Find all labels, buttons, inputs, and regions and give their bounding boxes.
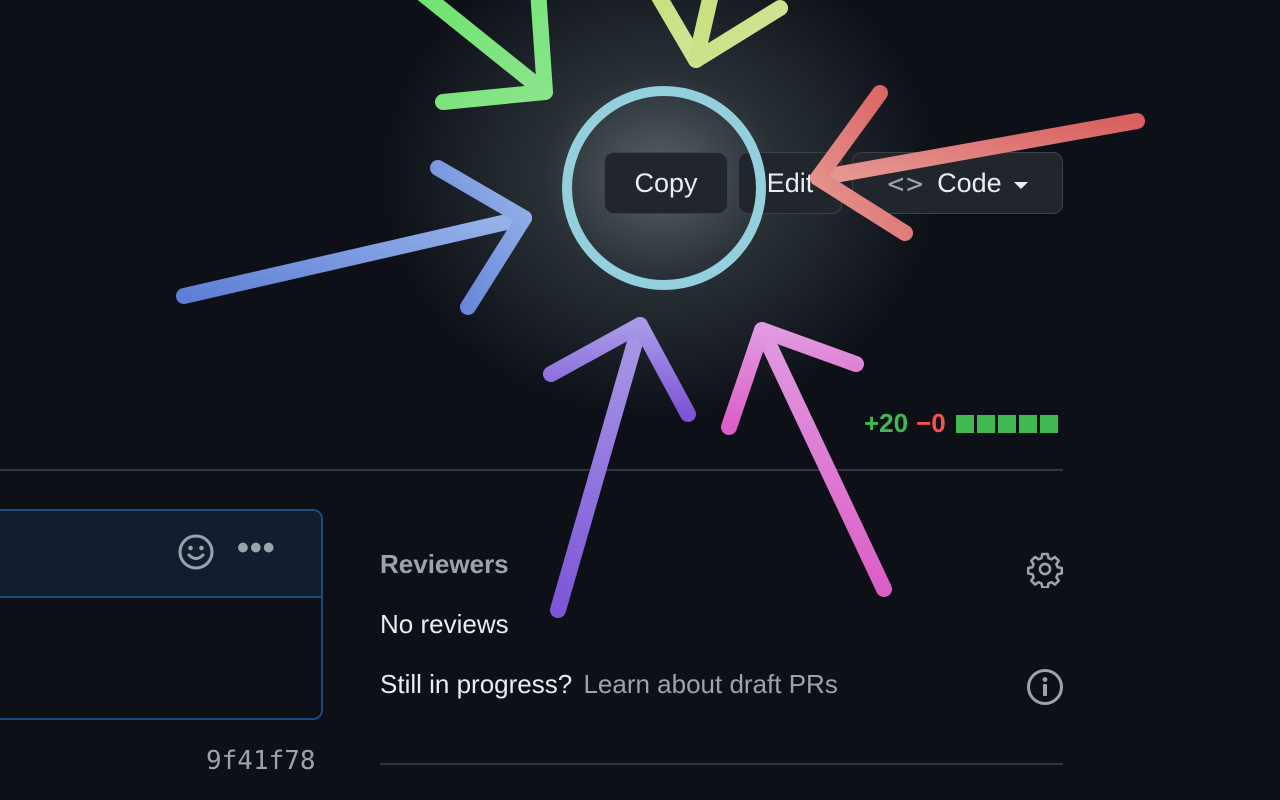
arrow-green bbox=[417, 0, 553, 100]
code-dropdown-button[interactable]: <> Code bbox=[852, 152, 1063, 214]
arrow-blue-head bbox=[430, 160, 532, 315]
diffstat-block bbox=[1018, 414, 1037, 433]
no-reviews-text: No reviews bbox=[380, 609, 509, 639]
sidebar-divider bbox=[380, 763, 1063, 765]
diffstat-deletions: −0 bbox=[916, 408, 946, 438]
comment-header: ••• bbox=[0, 511, 321, 598]
edit-button[interactable]: Edit bbox=[738, 152, 842, 214]
diffstat-block bbox=[955, 414, 974, 433]
code-button-label: Code bbox=[937, 167, 1002, 198]
chevron-down-icon bbox=[1013, 181, 1028, 189]
copy-button-label: Copy bbox=[634, 167, 698, 198]
diffstat-blocks bbox=[955, 414, 1058, 433]
arrow-blue bbox=[176, 210, 532, 304]
screen: Copy Edit <> Code +20 −0 ••• 9f41f78 Rev… bbox=[0, 0, 1280, 800]
diffstat-block bbox=[976, 414, 995, 433]
copy-button[interactable]: Copy bbox=[604, 152, 728, 214]
diffstat: +20 −0 bbox=[864, 408, 1058, 439]
reviewers-heading[interactable]: Reviewers bbox=[380, 549, 509, 580]
progress-question: Still in progress? bbox=[380, 669, 573, 699]
code-brackets-icon: <> bbox=[887, 166, 926, 200]
draft-pr-hint: Still in progress? Learn about draft PRs bbox=[380, 669, 838, 700]
draft-pr-link[interactable]: Learn about draft PRs bbox=[583, 669, 837, 699]
arrow-purple bbox=[550, 317, 648, 618]
kebab-menu-icon[interactable]: ••• bbox=[237, 529, 276, 568]
arrow-green-head bbox=[435, 0, 553, 110]
arrow-pink bbox=[754, 322, 892, 597]
smiley-icon[interactable] bbox=[178, 534, 214, 575]
info-icon[interactable] bbox=[1026, 668, 1064, 711]
section-divider bbox=[0, 469, 1063, 471]
arrow-purple-head bbox=[543, 317, 696, 422]
commit-sha[interactable]: 9f41f78 bbox=[206, 746, 316, 776]
diffstat-block bbox=[997, 414, 1016, 433]
gear-icon[interactable] bbox=[1026, 550, 1064, 593]
arrow-lime bbox=[651, 0, 704, 68]
arrow-lime-head bbox=[688, 0, 788, 68]
diffstat-additions: +20 bbox=[864, 408, 909, 438]
diffstat-block bbox=[1039, 414, 1058, 433]
comment-box: ••• bbox=[0, 509, 323, 720]
arrow-pink-head bbox=[721, 322, 864, 435]
edit-button-label: Edit bbox=[766, 167, 814, 198]
